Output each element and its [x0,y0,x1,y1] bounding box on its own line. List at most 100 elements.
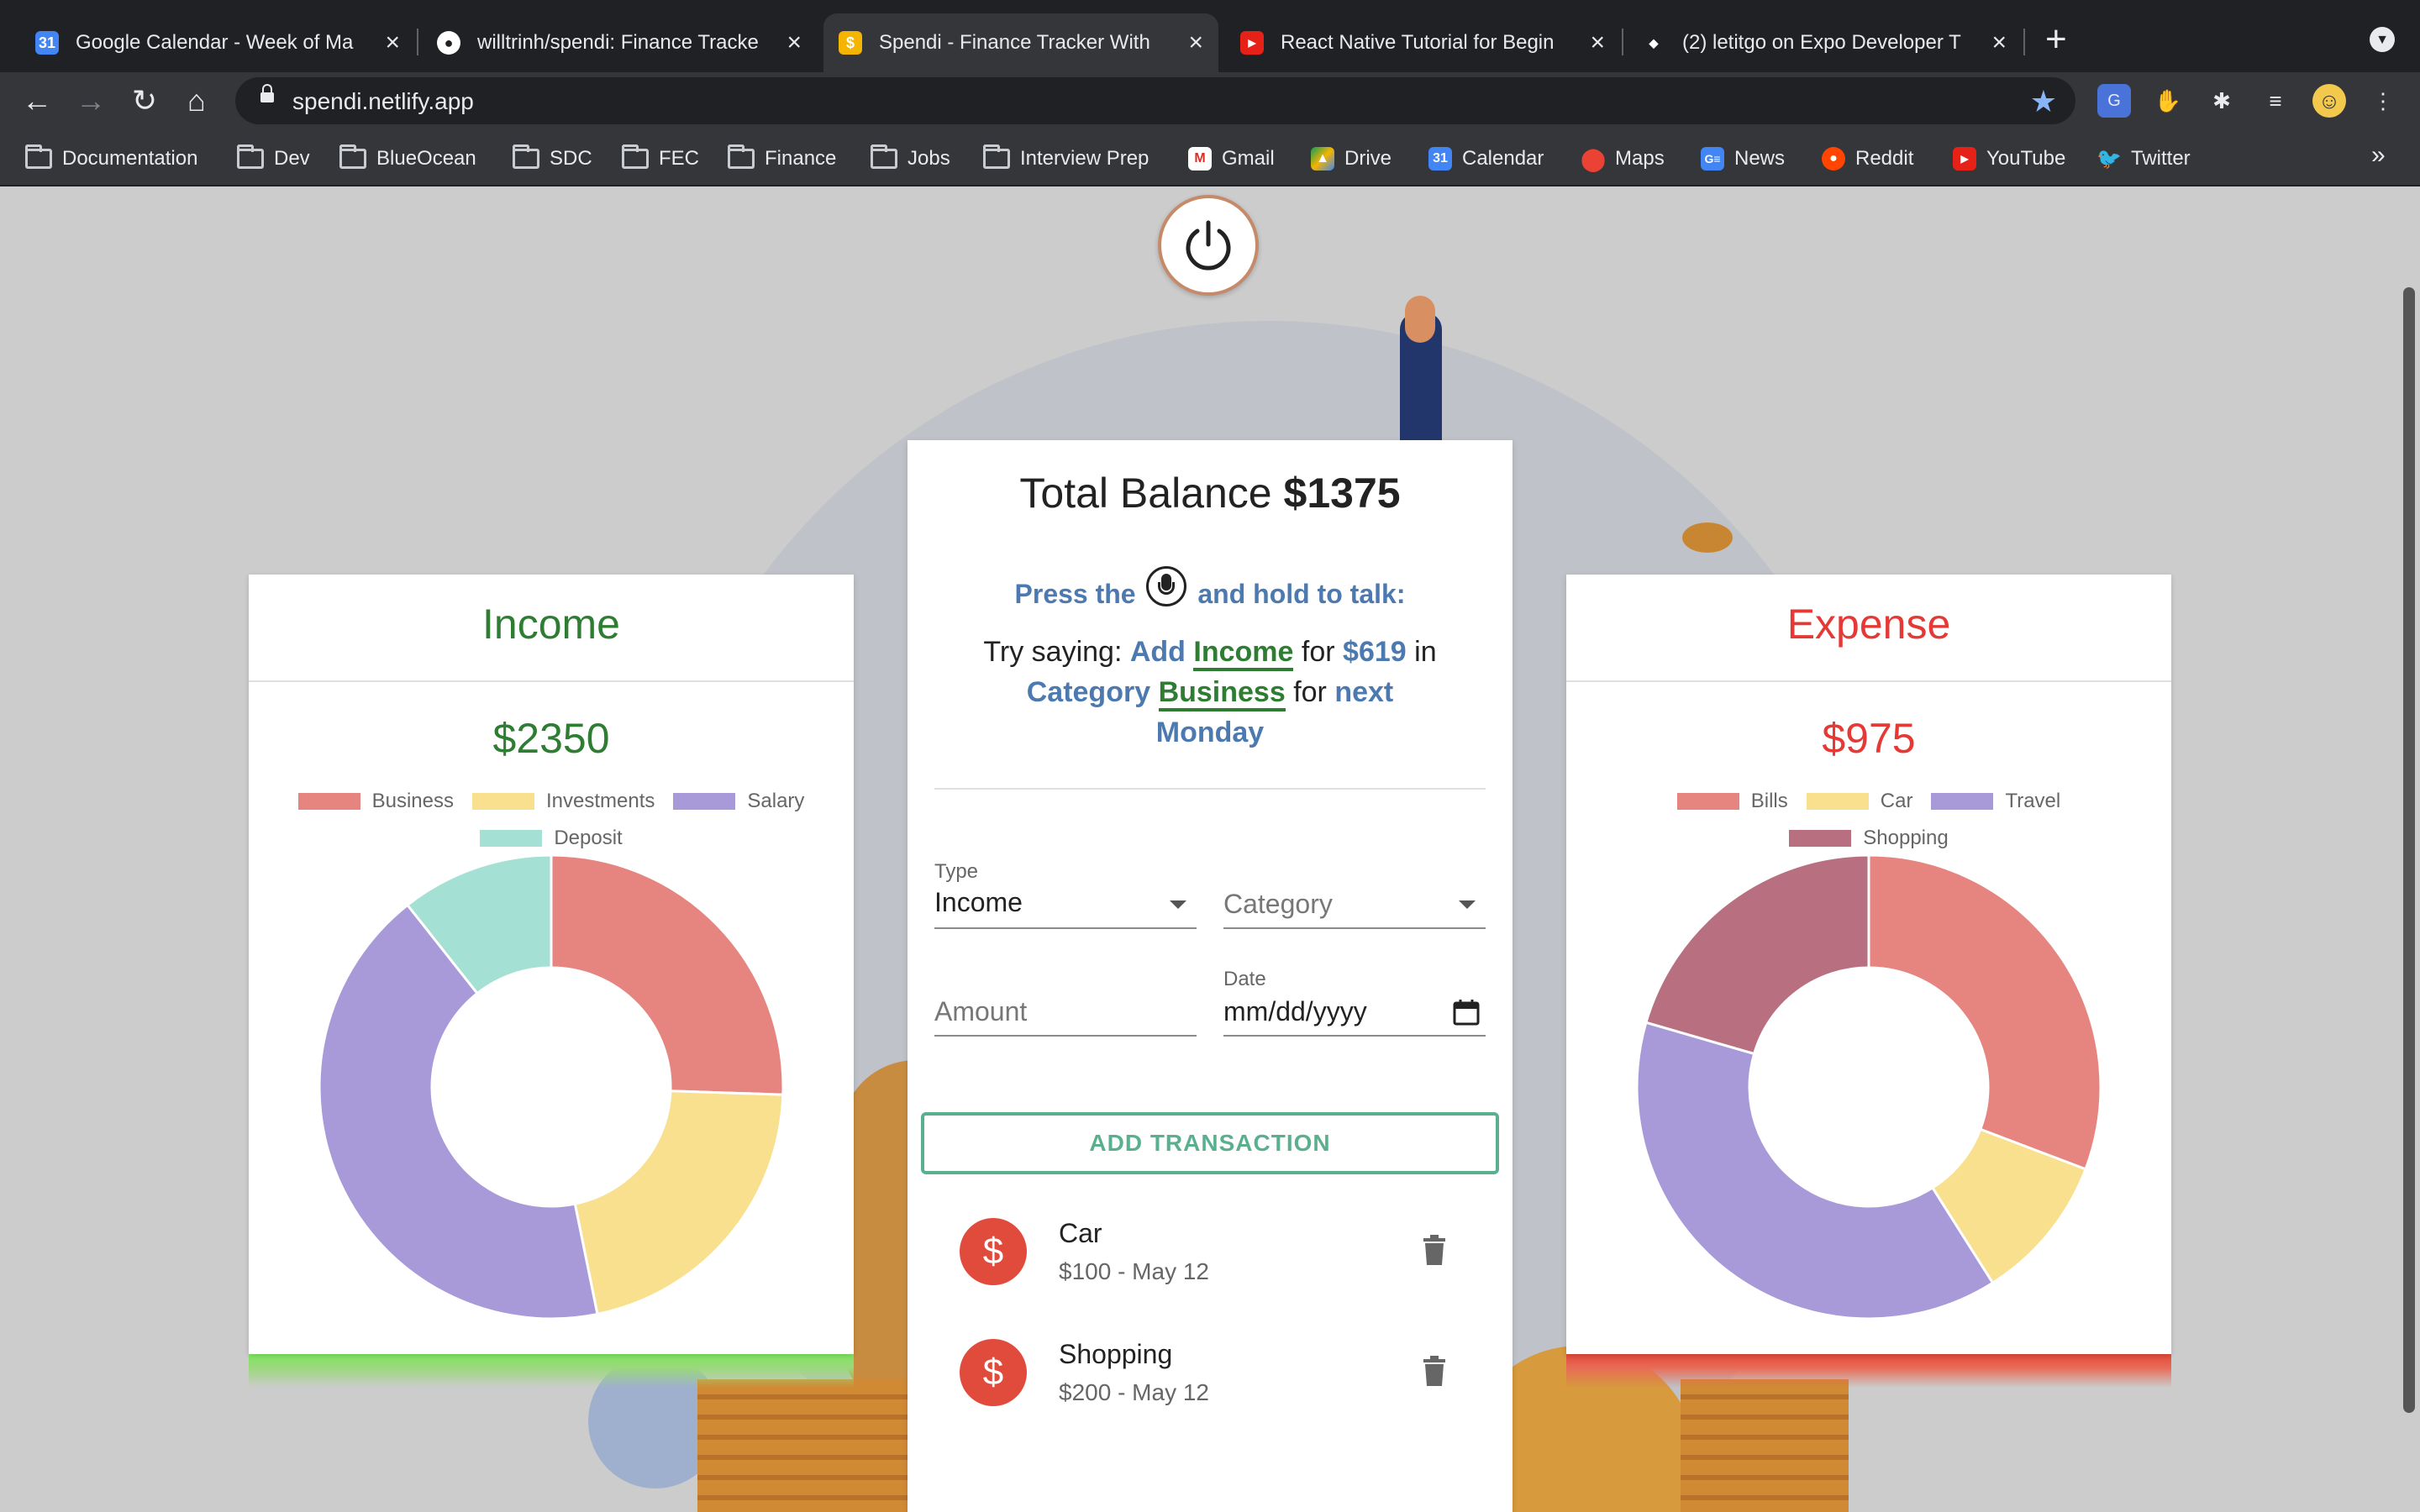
bookmark-reddit[interactable]: ● Reddit [1822,144,1913,173]
bookmark-blueocean[interactable]: BlueOcean [339,144,476,173]
bookmark-label: Drive [1344,147,1392,170]
amount-input[interactable]: Amount [934,968,1197,1037]
income-legend: Business Investments Salary Deposit [249,783,854,857]
dropdown-arrow-icon [1459,900,1476,909]
bookmark-sdc[interactable]: SDC [513,144,592,173]
close-icon[interactable]: × [1590,29,1605,57]
bookmark-label: SDC [550,147,592,170]
address-bar[interactable]: spendi.netlify.app ★ [235,77,2075,124]
legend-item[interactable]: Bills [1676,790,1788,813]
media-control-icon[interactable]: ≡ [2259,84,2292,118]
date-input[interactable]: Date mm/dd/yyyy [1223,968,1486,1037]
forward-icon[interactable]: → [71,81,111,121]
try-in: in [1414,636,1437,668]
donut-slice-investments[interactable] [573,1089,785,1316]
transaction-item[interactable]: $ Shopping $200 - May 12 [960,1331,1464,1415]
try-for: for [1293,676,1327,708]
bookmark-star-icon[interactable]: ★ [2030,84,2057,119]
news-icon: G≡ [1701,147,1724,171]
bookmarks-bar: Documentation Dev BlueOcean SDC FEC Fina… [0,129,2420,186]
bookmark-gmail[interactable]: M Gmail [1188,144,1275,173]
legend-swatch [1676,793,1739,810]
transaction-name: Shopping [1059,1339,1173,1369]
legend-item[interactable]: Investments [471,790,655,813]
category-select[interactable]: Category [1223,860,1486,929]
gmail-icon: M [1188,147,1212,171]
legend-item[interactable]: Business [297,790,454,813]
transaction-item[interactable]: $ Car $100 - May 12 [960,1210,1464,1294]
bookmark-calendar[interactable]: 31 Calendar [1428,144,1544,173]
coin-stack-illustration [697,1379,908,1512]
legend-label: Shopping [1863,827,1949,849]
back-icon[interactable]: ← [17,81,57,121]
menu-icon[interactable]: ⋮ [2366,84,2400,118]
tab-title: React Native Tutorial for Begin [1281,31,1555,54]
trash-icon[interactable] [1422,1235,1447,1265]
close-icon[interactable]: × [1991,29,2007,57]
bookmark-dev[interactable]: Dev [237,144,310,173]
legend-item[interactable]: Deposit [480,827,623,850]
category-placeholder: Category [1223,889,1333,919]
bookmark-fec[interactable]: FEC [622,144,699,173]
legend-item[interactable]: Car [1806,790,1912,813]
income-card: Income $2350 Business Investments Salary… [249,575,854,1354]
home-icon[interactable]: ⌂ [176,81,217,121]
expense-donut-chart [1635,853,2102,1320]
calendar-icon[interactable] [1452,998,1481,1026]
bookmark-news[interactable]: G≡ News [1701,144,1785,173]
power-button[interactable] [1158,195,1259,296]
bookmark-youtube[interactable]: ▶ YouTube [1953,144,2065,173]
translate-icon[interactable]: G [2097,84,2131,118]
trash-icon[interactable] [1422,1356,1447,1386]
stop-hand-icon[interactable]: ✋ [2151,84,2185,118]
extensions-icon[interactable]: ✱ [2205,84,2238,118]
browser-tab[interactable]: 31 Google Calendar - Week of Ma × [20,13,415,72]
bookmark-twitter[interactable]: 🐦 Twitter [2096,144,2191,173]
type-select[interactable]: Type Income [934,860,1197,929]
voice-instruction: Press the and hold to talk: [908,566,1512,610]
legend-swatch [1806,793,1869,810]
add-transaction-button[interactable]: ADD TRANSACTION [921,1112,1499,1174]
legend-item[interactable]: Travel [1931,790,2060,813]
donut-slice-travel[interactable] [1635,1021,1995,1320]
type-value: Income [934,887,1023,917]
bookmark-label: Finance [765,147,837,170]
try-for: for [1301,636,1335,668]
bookmark-finance[interactable]: Finance [728,144,836,173]
bookmark-label: FEC [659,147,699,170]
bookmark-documentation[interactable]: Documentation [25,144,197,173]
close-icon[interactable]: × [385,29,400,57]
bookmark-jobs[interactable]: Jobs [871,144,950,173]
legend-item[interactable]: Shopping [1789,827,1949,850]
browser-tab[interactable]: ◆ (2) letitgo on Expo Developer T × [1627,13,2022,72]
amount-placeholder: Amount [934,996,1028,1026]
new-tab-icon[interactable]: + [2045,18,2067,60]
try-category-word: Category [1026,676,1151,708]
reload-icon[interactable]: ↻ [124,81,165,121]
donut-slice-shopping[interactable] [1644,853,1870,1056]
bookmark-maps[interactable]: ⬤ Maps [1581,144,1664,173]
calendar-icon: 31 [35,31,59,55]
bookmark-interview-prep[interactable]: Interview Prep [983,144,1149,173]
donut-slice-business[interactable] [550,853,785,1096]
bookmark-label: News [1734,147,1786,170]
legend-label: Deposit [554,827,623,849]
more-bookmarks-icon[interactable]: » [2371,141,2386,170]
scrollbar[interactable] [2403,287,2415,1413]
close-icon[interactable]: × [786,29,802,57]
try-type: Income [1193,636,1294,671]
browser-tab[interactable]: ▶ React Native Tutorial for Begin × [1225,13,1620,72]
legend-label: Bills [1750,790,1788,812]
bookmark-drive[interactable]: ▲ Drive [1311,144,1392,173]
browser-tab[interactable]: ● willtrinh/spendi: Finance Tracke × [422,13,817,72]
close-icon[interactable]: × [1188,29,1203,57]
donut-slice-bills[interactable] [1867,853,2102,1171]
press-text: and hold to talk: [1197,579,1406,609]
profile-avatar[interactable]: ☺ [2312,84,2346,118]
coin-illustration [1682,522,1733,553]
tab-search-icon[interactable]: ▼ [2370,27,2395,52]
browser-tab-active[interactable]: $ Spendi - Finance Tracker With × [823,13,1218,72]
legend-swatch [1789,830,1852,847]
legend-item[interactable]: Salary [673,790,804,813]
bookmark-label: BlueOcean [376,147,476,170]
